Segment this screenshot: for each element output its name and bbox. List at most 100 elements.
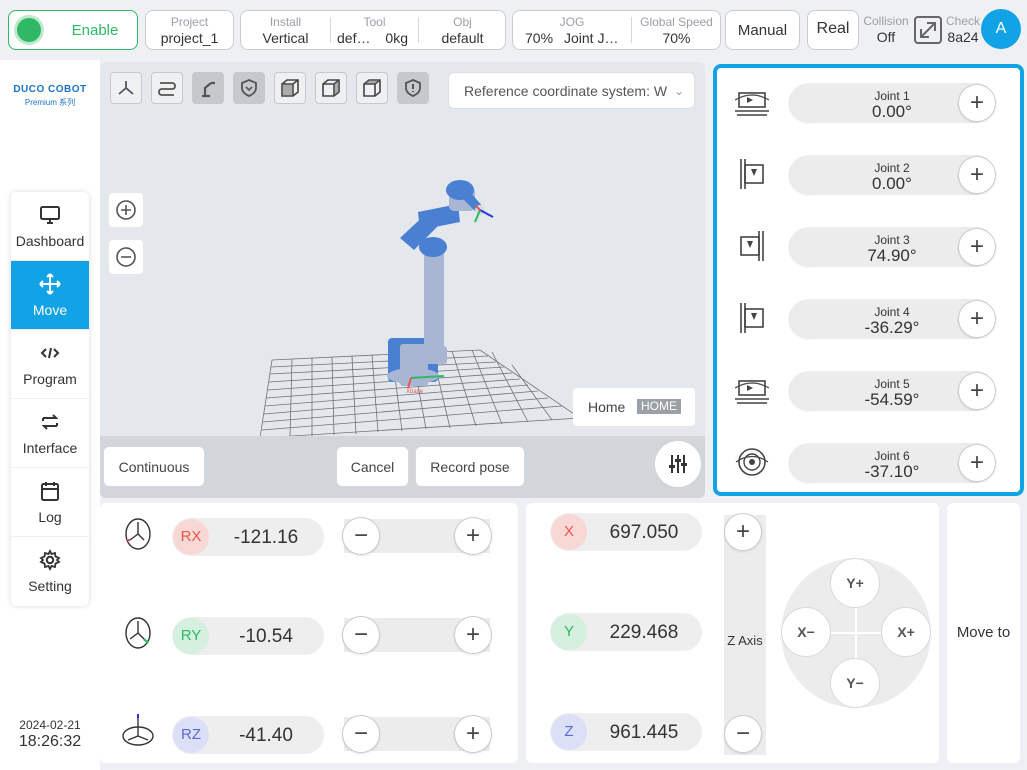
x-minus-button[interactable]: X− [781,607,831,657]
joint-4-icon [733,301,771,335]
sidebar-item-label: Interface [22,440,78,456]
rotate-z-icon [120,712,156,750]
joint-plus-button[interactable]: + [958,444,996,482]
gear-icon [11,549,89,571]
rotation-row-ry: RY -10.54 − + [100,607,518,657]
joint-3-icon [733,229,771,263]
move-to-button[interactable]: Move to [947,503,1020,763]
x-badge: X [551,514,587,550]
sidebar-item-label: Dashboard [15,233,85,249]
sidebar-item-label: Program [23,371,77,387]
global-speed-selector[interactable]: Global Speed 70% [632,11,721,49]
rx-minus-button[interactable]: − [342,517,380,555]
joint-row: − Joint 6 -37.10° + [717,433,1020,493]
real-button[interactable]: Real [807,10,859,50]
continuous-button[interactable]: Continuous [103,446,205,487]
robot-scene: Xbase [259,180,582,439]
enable-button[interactable]: Enable [8,10,138,50]
project-selector[interactable]: Project project_1 [145,10,234,50]
sidebar-item-setting[interactable]: Setting [11,537,89,606]
sidebar: DUCO COBOT Premium 系列 Dashboard Move Pro… [0,60,100,770]
manual-label: Manual [737,22,788,39]
top-bar: Enable Project project_1 Install Vertica… [0,0,1027,60]
enable-label: Enable [71,22,119,39]
brand-line1: DUCO COBOT [13,84,87,95]
sidebar-item-move[interactable]: Move [11,261,89,330]
y-minus-button[interactable]: Y− [830,658,880,708]
joint-6-icon [733,445,771,479]
clock: 2024-02-21 18:26:32 [0,718,100,751]
speed-group: JOG 70% Joint J… Global Speed 70% [512,10,721,50]
joint-5-icon [733,373,771,407]
project-value: project_1 [160,30,219,46]
manual-button[interactable]: Manual [725,10,800,50]
rx-badge: RX [173,519,209,555]
joint-plus-button[interactable]: + [958,156,996,194]
check-status[interactable]: Check 8a24 [944,10,982,50]
jog-selector[interactable]: JOG 70% Joint J… [513,11,631,49]
check-caption: Check [945,14,980,28]
check-value: 8a24 [947,29,979,45]
sidebar-item-label: Move [32,302,68,318]
joint-plus-button[interactable]: + [958,84,996,122]
sidebar-item-dashboard[interactable]: Dashboard [11,192,89,261]
collision-status[interactable]: Collision Off [862,10,910,50]
sidebar-item-label: Log [38,509,62,525]
sidebar-item-log[interactable]: Log [11,468,89,537]
joint-plus-button[interactable]: + [958,372,996,410]
y-badge: Y [551,614,587,650]
rz-minus-button[interactable]: − [342,715,380,753]
z-minus-button[interactable]: − [724,715,762,753]
calendar-icon [11,480,89,502]
z-badge: Z [551,714,587,750]
joint-plus-button[interactable]: + [958,228,996,266]
z-plus-button[interactable]: + [724,513,762,551]
ry-minus-button[interactable]: − [342,616,380,654]
home-badge: HOME [637,399,681,414]
fullscreen-icon[interactable] [913,15,943,45]
rx-plus-button[interactable]: + [454,517,492,555]
home-label: Home [588,399,626,415]
ry-plus-button[interactable]: + [454,616,492,654]
tool-weight: 0kg [385,30,408,46]
rz-value: -41.40 [239,725,293,746]
joint-row: − Joint 3 74.90° + [717,217,1020,277]
rz-plus-button[interactable]: + [454,715,492,753]
y-plus-button[interactable]: Y+ [830,558,880,608]
rotation-row-rz: RZ -41.40 − + [100,706,518,756]
y-value: 229.468 [609,622,679,643]
record-pose-button[interactable]: Record pose [415,446,525,487]
ry-value-pill: RY -10.54 [172,617,324,655]
obj-selector[interactable]: Obj default [419,11,506,49]
date-text: 2024-02-21 [19,718,81,732]
global-speed-caption: Global Speed [640,15,713,29]
install-value: Vertical [262,30,309,46]
rotate-x-icon [120,514,156,552]
brand-logo: DUCO COBOT Premium 系列 [10,84,90,108]
x-plus-button[interactable]: X+ [881,607,931,657]
ry-badge: RY [173,618,209,654]
x-value: 697.050 [609,522,679,543]
install-tool-obj-group: Install Vertical Tool def… 0kg Obj defau… [240,10,506,50]
enable-status-icon [17,18,41,42]
tool-selector[interactable]: Tool def… 0kg [331,11,418,49]
install-selector[interactable]: Install Vertical [241,11,330,49]
joint-plus-button[interactable]: + [958,300,996,338]
rx-value: -121.16 [233,527,299,548]
real-label: Real [816,20,850,37]
joint-row: − Joint 1 0.00° + [717,73,1020,133]
joint-2-icon [733,157,771,191]
cancel-button[interactable]: Cancel [336,446,409,487]
home-button[interactable]: Home HOME [573,388,695,426]
rotation-control-panel: RX -121.16 − + RY -10.54 − + RZ -41.40 −… [100,503,518,763]
robot-3d-viewport[interactable]: Reference coordinate system: W ⌄ Xbase H… [100,62,705,498]
sidebar-item-interface[interactable]: Interface [11,399,89,468]
joint-1-icon [733,85,771,119]
rx-value-pill: RX -121.16 [172,518,324,556]
sliders-icon[interactable] [655,441,701,487]
y-value-pill: Y 229.468 [550,613,702,651]
axis-x-base-label: Xbase [406,389,424,395]
user-avatar[interactable]: A [981,9,1021,49]
sidebar-item-program[interactable]: Program [11,330,89,399]
collision-value: Off [876,29,896,45]
